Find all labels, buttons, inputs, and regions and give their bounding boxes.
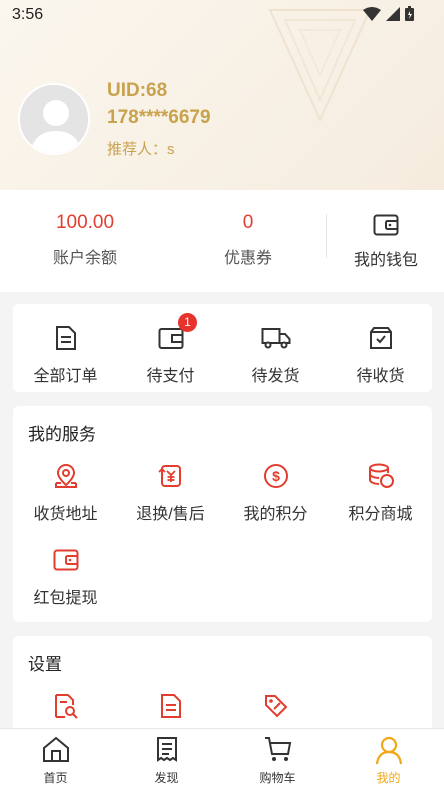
wallet-label: 我的钱包 xyxy=(353,252,418,269)
points-mall-button[interactable]: 积分商城 xyxy=(328,462,433,524)
my-points-button[interactable]: $ 我的积分 xyxy=(223,462,328,524)
tab-home[interactable]: 首页 xyxy=(0,735,111,786)
wallet-pay-icon xyxy=(158,328,183,349)
order-label: 待支付 xyxy=(146,368,195,385)
service-label: 退换/售后 xyxy=(136,506,205,523)
settings-item[interactable] xyxy=(13,692,118,720)
battery-icon xyxy=(405,6,414,21)
pending-payment-button[interactable]: 1 待支付 xyxy=(118,313,223,386)
avatar[interactable] xyxy=(18,83,90,155)
order-label: 待收货 xyxy=(356,368,405,385)
red-packet-wallet-icon xyxy=(53,549,78,571)
status-time: 3:56 xyxy=(12,6,44,23)
order-label: 全部订单 xyxy=(33,368,98,385)
settings-card: 设置 xyxy=(13,636,432,736)
pending-shipment-button[interactable]: 待发货 xyxy=(223,324,328,386)
red-packet-withdraw-button[interactable]: 红包提现 xyxy=(13,546,118,608)
coupon-stat[interactable]: 0 优惠券 xyxy=(178,212,318,268)
document-icon xyxy=(160,694,181,718)
my-wallet-button[interactable]: 我的钱包 xyxy=(340,214,432,270)
order-list-icon xyxy=(55,326,76,350)
refund-icon xyxy=(157,465,181,487)
wifi-icon xyxy=(363,6,381,21)
user-icon xyxy=(375,736,402,765)
tab-label: 发现 xyxy=(154,771,179,785)
discover-icon xyxy=(156,737,177,762)
settings-item[interactable] xyxy=(118,692,223,720)
settings-title: 设置 xyxy=(28,655,62,674)
shipping-address-button[interactable]: 收货地址 xyxy=(13,462,118,524)
coins-stack-icon xyxy=(368,463,394,488)
unpaid-count-badge: 1 xyxy=(178,313,197,332)
coupon-label: 优惠券 xyxy=(223,250,272,267)
services-title: 我的服务 xyxy=(28,425,96,444)
service-label: 红包提现 xyxy=(33,590,98,607)
referrer-text: 推荐人：s xyxy=(107,141,175,158)
user-phone: 178****6679 xyxy=(107,107,211,128)
user-id: UID:68 xyxy=(107,80,168,101)
truck-icon xyxy=(261,328,290,349)
tab-label: 我的 xyxy=(376,771,401,785)
service-label: 积分商城 xyxy=(348,506,413,523)
wallet-icon xyxy=(373,214,399,236)
pending-receipt-button[interactable]: 待收货 xyxy=(328,324,433,386)
stats-divider xyxy=(326,214,327,258)
refund-service-button[interactable]: 退换/售后 xyxy=(118,462,223,524)
balance-value: 100.00 xyxy=(55,212,115,233)
default-avatar-icon xyxy=(20,85,88,153)
svg-text:$: $ xyxy=(272,468,280,484)
order-label: 待发货 xyxy=(251,368,300,385)
balance-stat[interactable]: 100.00 账户余额 xyxy=(15,212,155,268)
tab-cart[interactable]: 购物车 xyxy=(222,735,333,786)
points-icon: $ xyxy=(263,464,288,488)
status-bar: 3:56 xyxy=(0,0,444,30)
coupon-value: 0 xyxy=(242,212,254,233)
service-label: 我的积分 xyxy=(243,506,308,523)
all-orders-button[interactable]: 全部订单 xyxy=(13,324,118,386)
tab-label: 购物车 xyxy=(259,771,296,785)
tab-label: 首页 xyxy=(43,771,68,785)
cart-icon xyxy=(264,737,291,761)
receive-box-icon xyxy=(369,327,392,349)
profile-header: 3:56 UID:68 178****6679 推荐人：s xyxy=(0,0,444,190)
services-card: 我的服务 收货地址 退换/售后 $ 我的积分 积分商城 红包提现 xyxy=(13,406,432,622)
map-pin-icon xyxy=(54,463,77,488)
document-search-icon xyxy=(54,694,78,719)
tab-mine[interactable]: 我的 xyxy=(333,735,444,786)
settings-item[interactable] xyxy=(223,692,328,720)
home-icon xyxy=(42,736,69,762)
tag-icon xyxy=(264,695,287,718)
balance-label: 账户余额 xyxy=(52,250,117,267)
signal-icon xyxy=(386,6,400,21)
bottom-tab-bar: 首页 发现 购物车 我的 xyxy=(0,728,444,789)
orders-card: 全部订单 1 待支付 待发货 待收货 xyxy=(13,304,432,392)
tab-discover[interactable]: 发现 xyxy=(111,735,222,786)
service-label: 收货地址 xyxy=(33,506,98,523)
status-icons xyxy=(363,6,414,21)
